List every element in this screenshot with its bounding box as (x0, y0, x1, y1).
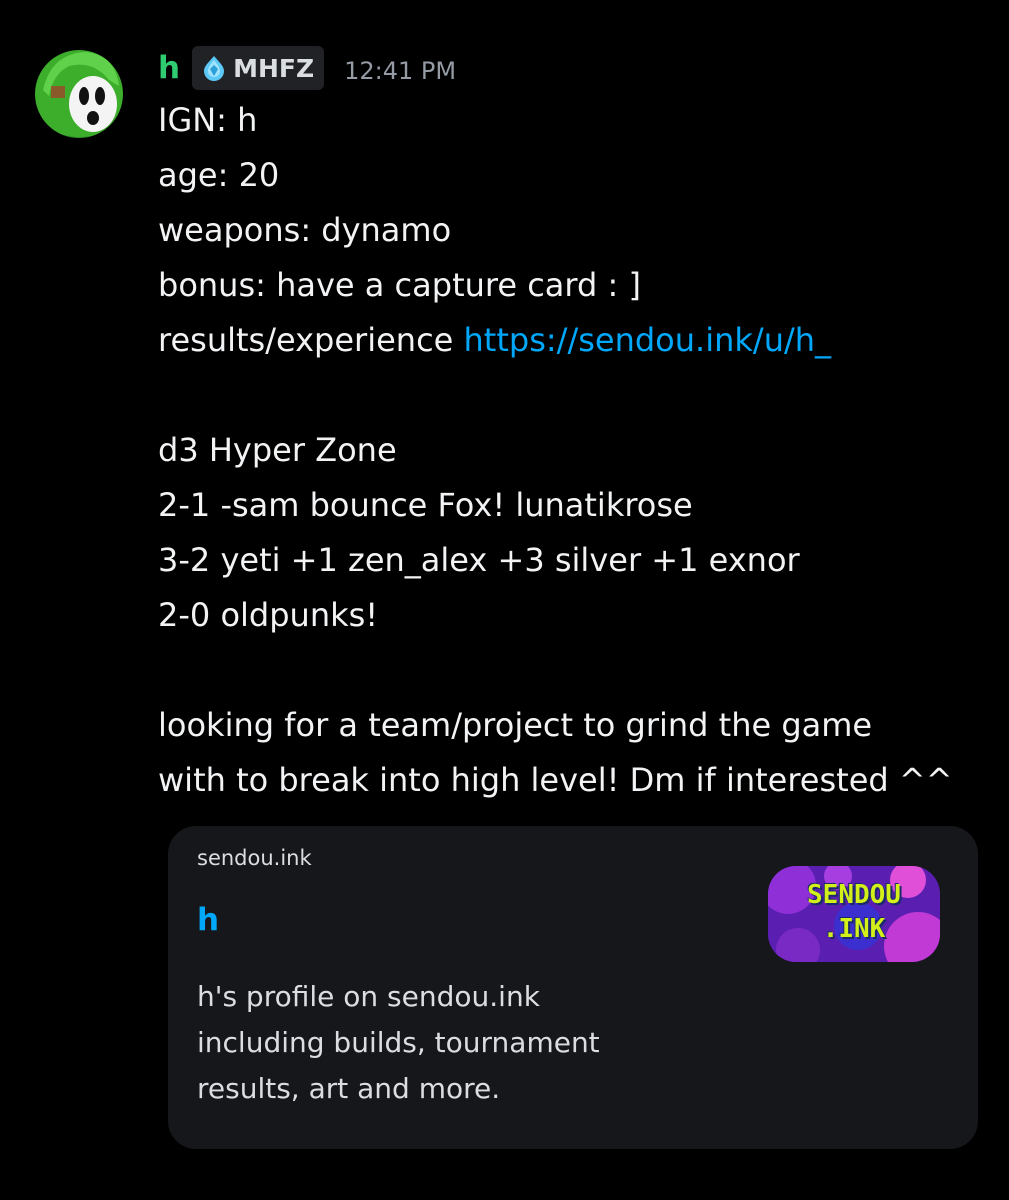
shy-guy-avatar-icon (35, 50, 123, 138)
thumbnail-logo-line: SENDOU (807, 880, 901, 910)
link-embed[interactable]: sendou.ink h h's profile on sendou.ink i… (168, 826, 978, 1149)
embed-description: h's profile on sendou.ink including buil… (197, 974, 600, 1112)
message-header: h MHFZ 12:41 PM (158, 44, 456, 92)
message-line-result-3: 2-0 oldpunks! (158, 596, 379, 634)
server-tag-label: MHFZ (233, 53, 315, 83)
embed-provider[interactable]: sendou.ink (197, 846, 312, 870)
diamond-icon (204, 56, 225, 81)
message-line-closing-1: looking for a team/project to grind the … (158, 706, 873, 744)
thumbnail-logo: SENDOU .INK (768, 878, 940, 946)
message-line-hyper-zone: d3 Hyper Zone (158, 431, 397, 469)
embed-description-line: results, art and more. (197, 1072, 501, 1105)
message-line-age: age: 20 (158, 156, 280, 194)
results-label: results/experience (158, 321, 464, 359)
message-line-weapons: weapons: dynamo (158, 211, 452, 249)
thumbnail-logo-line: .INK (822, 914, 886, 944)
avatar[interactable] (33, 46, 125, 138)
embed-thumbnail[interactable]: SENDOU .INK (768, 866, 940, 962)
embed-description-line: h's profile on sendou.ink (197, 980, 540, 1013)
profile-link[interactable]: https://sendou.ink/u/h_ (464, 321, 832, 359)
message-line-result-2: 3-2 yeti +1 zen_alex +3 silver +1 exnor (158, 541, 800, 579)
message-line-results: results/experience https://sendou.ink/u/… (158, 313, 998, 368)
message-body: IGN: h age: 20 weapons: dynamo bonus: ha… (158, 93, 998, 808)
message-line-closing-2: with to break into high level! Dm if int… (158, 761, 953, 799)
message-timestamp[interactable]: 12:41 PM (344, 57, 456, 85)
message-line-bonus: bonus: have a capture card : ] (158, 266, 641, 304)
embed-description-line: including builds, tournament (197, 1026, 600, 1059)
author-name[interactable]: h (158, 44, 180, 92)
message-line-ign: IGN: h (158, 101, 258, 139)
message-line-result-1: 2-1 -sam bounce Fox! lunatikrose (158, 486, 693, 524)
embed-title[interactable]: h (197, 902, 219, 938)
server-tag[interactable]: MHFZ (192, 46, 325, 90)
